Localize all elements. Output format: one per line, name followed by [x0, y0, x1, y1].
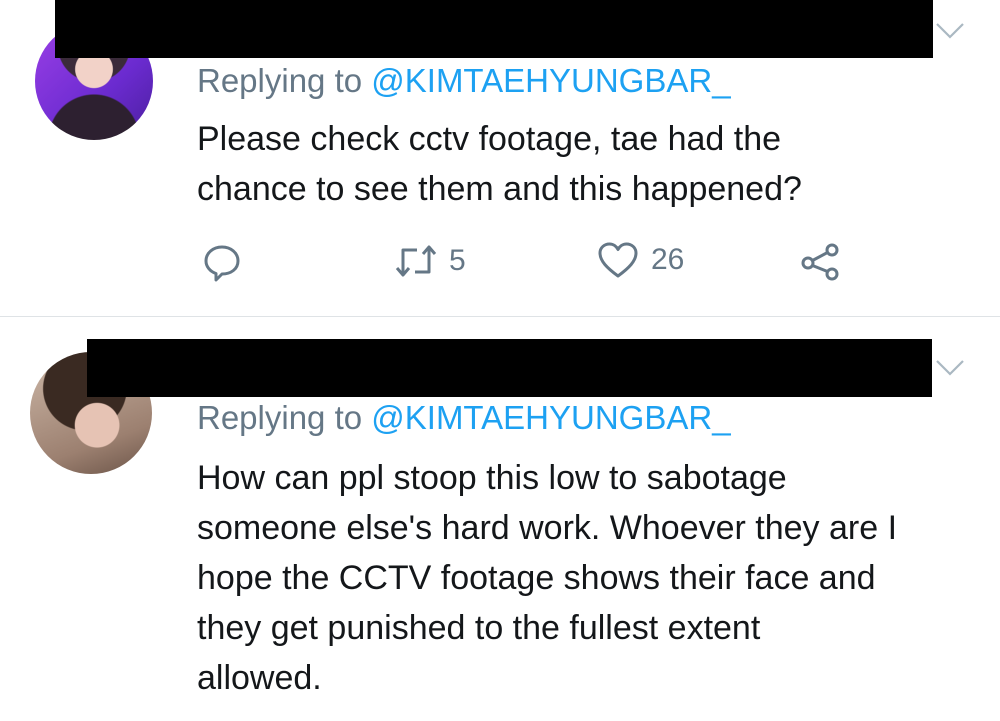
reply-bubble-icon — [204, 245, 240, 282]
retweet-button[interactable]: 5 — [395, 244, 466, 278]
replying-handle-link[interactable]: @KIMTAEHYUNGBAR_ — [371, 399, 730, 436]
retweet-count: 5 — [449, 244, 466, 277]
tweet-text: Please check cctv footage, tae had the c… — [197, 114, 977, 214]
chevron-down-icon[interactable] — [935, 357, 965, 377]
tweet-text-line: someone else's hard work. Whoever they a… — [197, 509, 898, 547]
share-icon — [801, 243, 839, 281]
tweet-actions: 5 26 — [0, 238, 1000, 288]
share-button[interactable] — [800, 243, 842, 281]
tweet-text-line: chance to see them and this happened? — [197, 170, 802, 208]
tweet-text-line: How can ppl stoop this low to sabotage — [197, 459, 787, 497]
replying-handle-link[interactable]: @KIMTAEHYUNGBAR_ — [371, 62, 730, 99]
like-button[interactable]: 26 — [597, 241, 684, 279]
redacted-username-bar — [87, 339, 932, 397]
tweet-text-line: hope the CCTV footage shows their face a… — [197, 559, 876, 597]
tweet-text-line: allowed. — [197, 659, 322, 697]
tweet-text: How can ppl stoop this low to sabotage s… — [197, 453, 977, 703]
like-count: 26 — [651, 243, 685, 276]
replying-to: Replying to @KIMTAEHYUNGBAR_ — [197, 62, 731, 100]
replying-prefix: Replying to — [197, 399, 372, 436]
retweet-icon — [395, 245, 437, 277]
redacted-username-bar — [55, 0, 933, 58]
tweet-text-line: Please check cctv footage, tae had the — [197, 120, 782, 158]
replying-to: Replying to @KIMTAEHYUNGBAR_ — [197, 399, 731, 437]
reply-button[interactable] — [202, 242, 242, 282]
heart-icon — [598, 242, 638, 278]
tweet-1[interactable]: Replying to @KIMTAEHYUNGBAR_ Please chec… — [0, 0, 1000, 316]
chevron-down-icon[interactable] — [935, 20, 965, 40]
tweet-2[interactable]: Replying to @KIMTAEHYUNGBAR_ How can ppl… — [0, 317, 1000, 721]
tweet-text-line: they get punished to the fullest extent — [197, 609, 761, 647]
replying-prefix: Replying to — [197, 62, 372, 99]
